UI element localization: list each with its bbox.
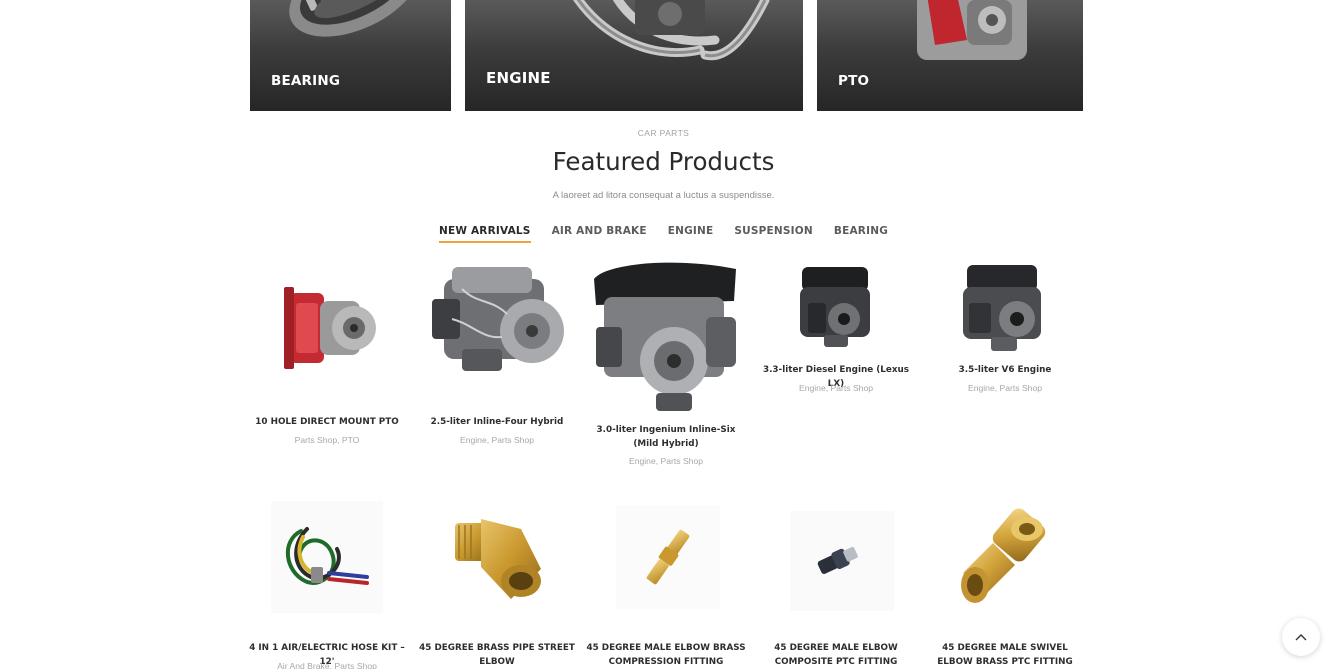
banner-label-bearing: BEARING [271,73,341,89]
product-image-engine[interactable] [586,257,746,415]
section-title: Featured Products [552,147,775,176]
banner-label-engine: ENGINE [486,69,551,87]
product-categories[interactable]: Engine, Parts Shop [417,435,577,445]
chevron-up-icon [1295,634,1307,641]
tab-bearing[interactable]: BEARING [834,225,888,243]
tab-suspension[interactable]: SUSPENSION [734,225,813,243]
product-card[interactable]: 3.3-liter Diesel Engine (Lexus LX) Engin… [756,255,916,415]
section-eyebrow: CAR PARTS [637,128,690,138]
product-card[interactable]: 45 DEGREE MALE ELBOW BRASS COMPRESSION F… [586,497,746,669]
product-categories[interactable]: Engine, Parts Shop [586,456,746,466]
product-card[interactable]: 10 HOLE DIRECT MOUNT PTO Parts Shop, PTO [247,255,407,465]
product-name[interactable]: 10 HOLE DIRECT MOUNT PTO [247,416,407,430]
product-image-engine[interactable] [422,259,572,383]
product-name[interactable]: 45 DEGREE MALE ELBOW COMPOSITE PTC FITTI… [756,642,916,669]
category-banner-bearing[interactable]: BEARING [250,0,451,111]
tab-air-and-brake[interactable]: AIR AND BRAKE [552,225,647,243]
product-filter-tabs: NEW ARRIVALS AIR AND BRAKE ENGINE SUSPEN… [0,225,1327,243]
product-card[interactable]: 45 DEGREE BRASS PIPE STREET ELBOW [417,497,577,669]
product-card[interactable]: 4 IN 1 AIR/ELECTRIC HOSE KIT – 12' Air A… [247,497,407,669]
product-categories[interactable]: Engine, Parts Shop [925,383,1085,393]
tab-engine[interactable]: ENGINE [668,225,714,243]
product-card[interactable]: 3.5-liter V6 Engine Engine, Parts Shop [925,255,1085,415]
product-card[interactable]: 45 DEGREE MALE ELBOW COMPOSITE PTC FITTI… [756,497,916,669]
product-name[interactable]: 3.5-liter V6 Engine [925,364,1085,378]
pto-image [917,0,1027,60]
product-categories[interactable]: Air And Brake, Parts Shop [247,661,407,669]
product-categories[interactable]: Parts Shop, PTO [247,435,407,445]
product-name[interactable]: 2.5-liter Inline-Four Hybrid [417,416,577,430]
product-image-brass-elbow[interactable] [616,505,720,609]
product-name[interactable]: 45 DEGREE MALE SWIVEL ELBOW BRASS PTC FI… [925,642,1085,669]
product-image-engine[interactable] [794,263,876,351]
product-categories[interactable]: Engine, Parts Shop [756,383,916,393]
product-name[interactable]: 45 DEGREE MALE ELBOW BRASS COMPRESSION F… [586,642,746,669]
bearing-image [289,0,421,37]
product-name[interactable]: 45 DEGREE BRASS PIPE STREET ELBOW [417,642,577,669]
tab-new-arrivals[interactable]: NEW ARRIVALS [438,225,531,243]
product-name[interactable]: 3.0-liter Ingenium Inline-Six (Mild Hybr… [586,424,746,451]
engine-exhaust-image [573,0,770,61]
scroll-to-top-button[interactable] [1282,618,1320,656]
product-image-swivel-elbow[interactable] [955,503,1055,613]
product-image-hose-kit[interactable] [271,501,383,613]
section-subtitle: A laoreet ad litora consequat a luctus a… [552,190,775,201]
product-image-engine[interactable] [957,261,1047,355]
product-card[interactable]: 3.0-liter Ingenium Inline-Six (Mild Hybr… [586,255,746,475]
banner-label-pto: PTO [838,73,870,89]
product-card[interactable]: 45 DEGREE MALE SWIVEL ELBOW BRASS PTC FI… [925,497,1085,669]
product-image-brass-elbow[interactable] [451,509,547,605]
category-banner-engine[interactable]: ENGINE [465,0,803,111]
category-banner-pto[interactable]: PTO [817,0,1083,111]
product-image-ptc-fitting[interactable] [790,511,894,611]
product-card[interactable]: 2.5-liter Inline-Four Hybrid Engine, Par… [417,255,577,465]
product-image-pto[interactable] [282,273,382,383]
